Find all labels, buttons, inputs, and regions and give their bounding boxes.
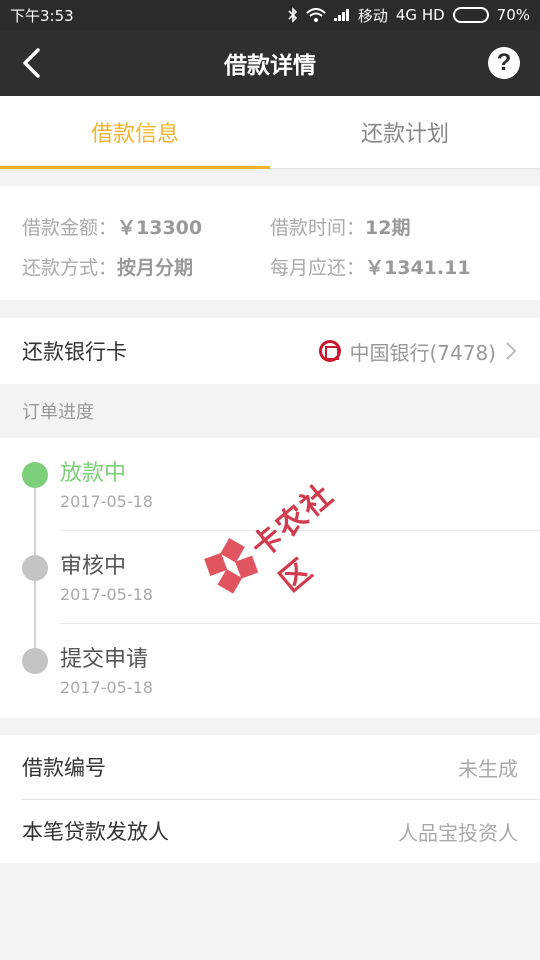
lender-value: 人品宝投资人 (398, 820, 518, 845)
tab-repayment-plan[interactable]: 还款计划 (270, 96, 540, 168)
repay-method-label: 还款方式： (22, 256, 118, 279)
monthly-payment: 每月应还：￥1341.11 (270, 253, 518, 280)
loan-term-value: 12期 (365, 216, 411, 239)
status-battery: 70% (496, 6, 530, 24)
step-name: 审核中 (60, 554, 127, 579)
step-name: 提交申请 (60, 647, 149, 672)
repay-method-value: 按月分期 (117, 256, 194, 279)
bank-of-china-icon (319, 340, 342, 362)
step-name: 放款中 (60, 461, 127, 486)
step-dot-active (22, 462, 48, 488)
loan-amount-value: ￥13300 (117, 216, 203, 239)
status-network: 4G HD (395, 6, 445, 24)
step-dot (22, 555, 48, 581)
timeline-step: 提交申请 2017-05-18 (0, 624, 540, 717)
battery-icon (452, 7, 489, 23)
step-dot (22, 648, 48, 674)
monthly-payment-value: ￥1341.11 (365, 256, 471, 279)
loan-term-label: 借款时间： (270, 216, 366, 239)
loan-amount-label: 借款金额： (22, 216, 118, 239)
step-date: 2017-05-18 (60, 492, 153, 511)
loan-info-row: 还款方式：按月分期 每月应还：￥1341.11 (22, 246, 518, 286)
loan-number-value: 未生成 (458, 756, 518, 781)
order-progress-timeline: 放款中 2017-05-18 审核中 2017-05-18 提交申请 2017-… (0, 438, 540, 718)
status-icons: 移动 4G HD 70% (288, 5, 530, 26)
bank-card-label: 还款银行卡 (22, 340, 127, 364)
wifi-icon (306, 8, 326, 22)
timeline-step: 审核中 2017-05-18 (0, 531, 540, 624)
status-time: 下午3:53 (10, 6, 74, 25)
question-icon[interactable]: ? (488, 47, 520, 79)
tab-bar: 借款信息 还款计划 (0, 96, 540, 169)
nav-bar: 借款详情 ? (0, 30, 540, 96)
bank-card-value-wrap: 中国银行(7478) (319, 337, 518, 366)
lender-row: 本笔贷款发放人 人品宝投资人 (0, 799, 540, 863)
loan-info-card: 借款金额：￥13300 借款时间：12期 还款方式：按月分期 每月应还：￥134… (0, 186, 540, 300)
signal-icon (333, 9, 350, 21)
loan-number-row: 借款编号 未生成 (0, 735, 540, 799)
status-carrier: 移动 (357, 6, 388, 25)
monthly-payment-label: 每月应还： (270, 256, 366, 279)
tab-loan-info[interactable]: 借款信息 (0, 96, 270, 169)
lender-label: 本笔贷款发放人 (22, 820, 169, 844)
loan-detail-list: 借款编号 未生成 本笔贷款发放人 人品宝投资人 (0, 735, 540, 863)
bluetooth-icon (288, 7, 298, 23)
loan-term: 借款时间：12期 (270, 213, 518, 240)
loan-number-label: 借款编号 (22, 756, 106, 780)
repay-bank-card-row[interactable]: 还款银行卡 中国银行(7478) (0, 318, 540, 384)
step-date: 2017-05-18 (60, 585, 153, 604)
bank-card-value: 中国银行(7478) (349, 340, 496, 365)
order-progress-title: 订单进度 (22, 402, 94, 423)
chevron-left-icon[interactable] (18, 46, 48, 80)
step-date: 2017-05-18 (60, 678, 153, 697)
repay-method: 还款方式：按月分期 (22, 253, 270, 280)
page-title: 借款详情 (224, 53, 316, 79)
loan-info-row: 借款金额：￥13300 借款时间：12期 (22, 206, 518, 246)
chevron-right-icon (506, 342, 517, 360)
loan-amount: 借款金额：￥13300 (22, 213, 270, 240)
status-bar: 下午3:53 移动 4G HD 70% (0, 0, 540, 30)
timeline-step: 放款中 2017-05-18 (0, 438, 540, 531)
